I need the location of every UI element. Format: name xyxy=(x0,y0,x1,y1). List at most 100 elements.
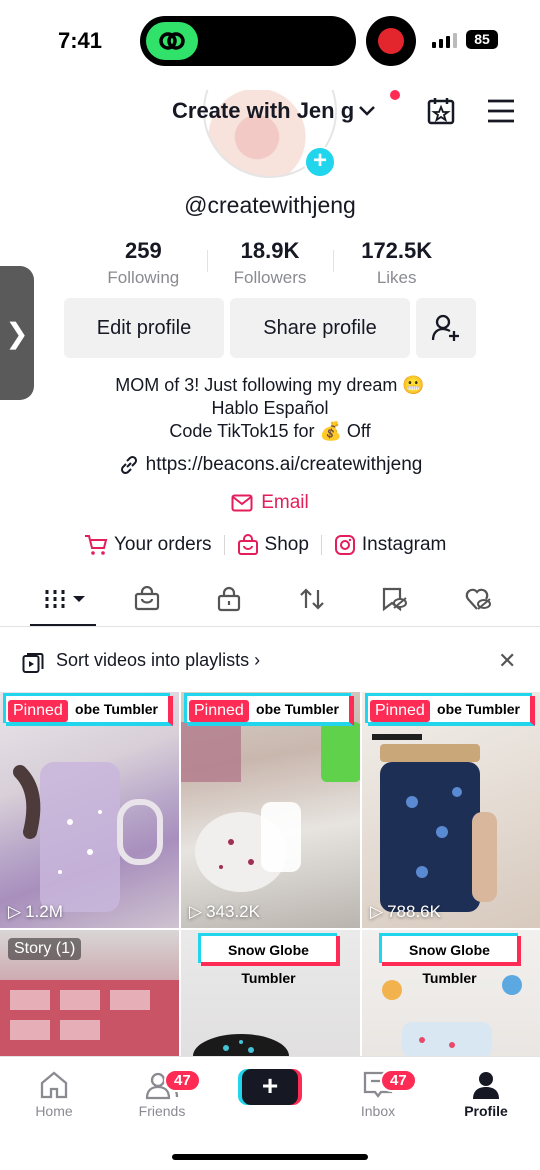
sort-playlists-banner[interactable]: Sort videos into playlists › ✕ xyxy=(0,640,540,684)
shop-link[interactable]: Shop xyxy=(237,534,309,556)
video-title: Snow Globe Tumbler xyxy=(201,936,340,986)
pinned-badge: Pinned xyxy=(189,700,249,722)
stat-likes[interactable]: 172.5K Likes xyxy=(333,238,460,288)
share-profile-button[interactable]: Share profile xyxy=(230,298,410,358)
bio-line: Code TikTok15 for 💰 Off xyxy=(169,421,371,441)
edit-profile-button[interactable]: Edit profile xyxy=(64,298,224,358)
account-switcher[interactable]: Create with Jen g xyxy=(172,98,376,124)
content-tabs xyxy=(0,580,540,626)
mail-icon xyxy=(231,494,253,512)
dynamic-island xyxy=(140,16,356,66)
shop-bag-icon xyxy=(237,534,258,555)
instagram-icon xyxy=(334,535,355,555)
view-count-value: 788.6K xyxy=(387,902,441,921)
sort-playlists-label: Sort videos into playlists › xyxy=(56,650,260,671)
stat-label: Following xyxy=(107,268,180,287)
nav-home[interactable]: Home xyxy=(4,1067,104,1119)
tumbler-image xyxy=(372,734,497,912)
instagram-label: Instagram xyxy=(361,534,447,555)
bio-link[interactable]: https://beacons.ai/createwithjeng xyxy=(0,454,540,476)
bio-line: Hablo Español xyxy=(211,398,329,418)
home-icon xyxy=(40,1071,68,1099)
profile-icon xyxy=(473,1072,499,1099)
video-grid: obe Tumbler Pinned ▷ 1.2M obe Tumbler Pin… xyxy=(0,692,540,1058)
video-thumbnail[interactable]: Snow Globe Tumbler xyxy=(181,930,360,1058)
email-button[interactable]: Email xyxy=(0,492,540,514)
bio-link-text: https://beacons.ai/createwithjeng xyxy=(145,454,423,475)
close-icon[interactable]: ✕ xyxy=(498,648,516,674)
signal-icon xyxy=(432,33,457,48)
bookmark-hidden-icon xyxy=(382,587,408,612)
nav-label: Home xyxy=(35,1103,73,1119)
chevron-right-icon: ❯ xyxy=(5,317,29,349)
record-dot-icon xyxy=(378,28,404,54)
repost-icon xyxy=(300,588,324,610)
tab-private[interactable] xyxy=(216,586,242,617)
instagram-link[interactable]: Instagram xyxy=(334,534,446,556)
nav-label: Friends xyxy=(138,1103,186,1119)
nav-inbox[interactable]: Inbox 47 xyxy=(328,1067,428,1119)
pinned-badge: Pinned xyxy=(8,700,68,722)
tab-videos[interactable] xyxy=(44,586,88,617)
shop-label: Shop xyxy=(264,534,309,555)
nav-friends[interactable]: Friends 47 xyxy=(112,1067,212,1119)
profile-bio: MOM of 3! Just following my dream 😬 Habl… xyxy=(0,374,540,443)
divider xyxy=(320,535,322,555)
hamburger-menu-icon[interactable] xyxy=(486,98,516,129)
your-orders-link[interactable]: Your orders xyxy=(84,534,212,556)
profile-handle: @createwithjeng xyxy=(184,192,356,218)
playlist-icon xyxy=(22,653,44,673)
home-indicator[interactable] xyxy=(172,1154,368,1160)
nav-profile[interactable]: Profile xyxy=(436,1067,536,1119)
create-button[interactable]: + xyxy=(242,1069,298,1105)
link-icon xyxy=(120,455,137,475)
view-count-value: 343.2K xyxy=(206,902,260,921)
profile-actions: Edit profile Share profile xyxy=(64,298,476,358)
tab-favorites[interactable] xyxy=(380,586,408,617)
divider xyxy=(223,535,225,555)
add-friends-button[interactable] xyxy=(416,298,476,358)
tab-liked[interactable] xyxy=(464,586,492,617)
video-thumbnail[interactable]: obe Tumbler Pinned ▷ 343.2K xyxy=(181,692,360,928)
plus-icon: + xyxy=(261,1070,279,1101)
cart-icon xyxy=(85,535,108,555)
tab-reposts[interactable] xyxy=(298,586,326,617)
add-avatar-plus-icon[interactable]: + xyxy=(304,146,336,178)
view-count: ▷ 343.2K xyxy=(189,902,260,922)
stat-label: Followers xyxy=(233,268,307,287)
tab-shop[interactable] xyxy=(134,585,160,617)
inbox-badge: 47 xyxy=(380,1069,417,1092)
lock-icon xyxy=(217,586,241,612)
view-count: ▷ 788.6K xyxy=(370,902,441,922)
view-count-value: 1.2M xyxy=(25,902,63,921)
video-thumbnail[interactable]: Story (1) xyxy=(0,930,179,1058)
play-icon: ▷ xyxy=(189,902,203,921)
heart-hidden-icon xyxy=(465,588,492,610)
add-user-icon xyxy=(431,314,459,341)
stat-label: Likes xyxy=(376,268,417,287)
chevron-down-icon xyxy=(359,106,376,116)
stat-followers[interactable]: 18.9K Followers xyxy=(206,238,334,288)
calendar-star-icon[interactable] xyxy=(426,96,456,131)
pinned-badge: Pinned xyxy=(370,700,430,722)
shop-links: Your orders Shop Instagram xyxy=(84,534,446,556)
stat-value: 259 xyxy=(124,238,162,263)
link-app-icon[interactable] xyxy=(146,22,198,60)
stat-following[interactable]: 259 Following xyxy=(80,238,207,288)
shop-bag-icon xyxy=(134,585,160,611)
friends-badge: 47 xyxy=(164,1069,201,1092)
nav-label: Profile xyxy=(464,1103,508,1119)
tumbler-image xyxy=(181,722,360,892)
story-badge: Story (1) xyxy=(8,938,82,960)
video-thumbnail[interactable]: obe Tumbler Pinned ▷ 788.6K xyxy=(362,692,540,928)
notification-dot xyxy=(390,90,400,100)
stat-value: 18.9K xyxy=(240,238,300,263)
view-count: ▷ 1.2M xyxy=(8,902,63,922)
play-icon: ▷ xyxy=(370,902,384,921)
video-title: Snow Globe Tumbler xyxy=(382,936,521,986)
bottom-navigation: Home Friends 47 + Inbox 47 Profile xyxy=(0,1056,540,1170)
screen-recording-indicator[interactable] xyxy=(366,16,416,66)
video-thumbnail[interactable]: Snow Globe Tumbler xyxy=(362,930,540,1058)
your-orders-label: Your orders xyxy=(114,534,212,555)
video-thumbnail[interactable]: obe Tumbler Pinned ▷ 1.2M xyxy=(0,692,179,928)
